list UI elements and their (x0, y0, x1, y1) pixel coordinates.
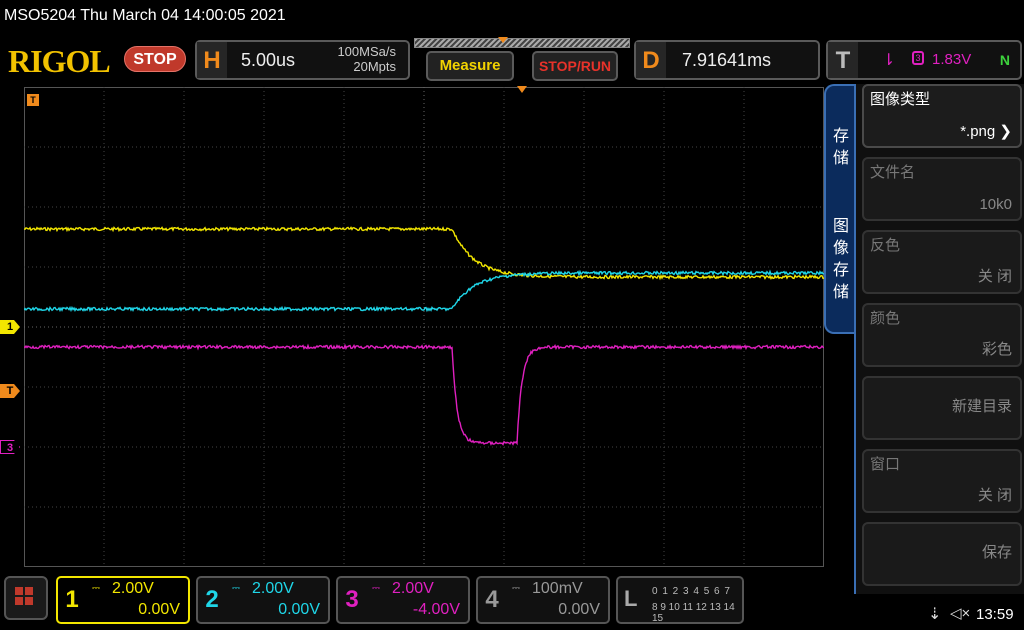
dc-coupling-icon: ⎓ (372, 583, 380, 594)
waveform-screen[interactable] (24, 87, 824, 567)
horizontal-box[interactable]: H 5.00us 100MSa/s 20Mpts (195, 40, 410, 80)
menu-label: 图像类型 (870, 91, 931, 108)
trigger-status: N (999, 52, 1010, 68)
menu-value: 新建目录 (951, 398, 1012, 415)
menu-value: 彩色 (981, 341, 1012, 358)
trigger-source-icon: 3 (912, 51, 924, 65)
ch1-level-marker[interactable]: 1 (0, 320, 20, 334)
logic-channels-row-1: 0 1 2 3 4 5 6 7 (652, 586, 731, 597)
channel-4-box[interactable]: 4 ⎓ 100mV 0.00V (476, 576, 610, 624)
speaker-icon[interactable]: ◁× (950, 604, 970, 622)
trigger-level: 1.83V (932, 51, 972, 68)
logic-letter: L (624, 586, 638, 611)
clock: 13:59 (976, 606, 1014, 623)
menu-label: 窗口 (870, 456, 901, 473)
menu-label: 反色 (870, 237, 901, 254)
status-line: MSO5204 Thu March 04 14:00:05 2021 (0, 0, 1024, 34)
menu-value: 关 闭 (977, 487, 1012, 504)
delay-letter: D (636, 42, 666, 78)
sample-rate: 100MSa/s (337, 44, 396, 59)
dc-coupling-icon: ⎓ (92, 583, 100, 594)
chevron-right-icon: ❯ (995, 123, 1012, 140)
menu-value: 保存 (981, 544, 1012, 561)
channel-scale: 2.00V (252, 580, 294, 597)
ch3-level-marker[interactable]: 3 (0, 440, 20, 454)
channel-offset: 0.00V (278, 601, 320, 618)
channel-number: 4 (485, 586, 499, 613)
channel-offset: -4.00V (412, 601, 460, 618)
menu-value: 10k0 (979, 196, 1012, 213)
channel-offset: 0.00V (138, 601, 180, 618)
menu-item-image-type[interactable]: 图像类型 *.png ❯ (862, 84, 1022, 148)
menu-item-color[interactable]: 颜色 彩色 (862, 303, 1022, 367)
channel-2-box[interactable]: 2 ⎓ 2.00V 0.00V (196, 576, 330, 624)
home-icon[interactable] (4, 576, 48, 620)
graticule (24, 87, 824, 567)
channel-1-box[interactable]: 1 ⎓ 2.00V 0.00V (56, 576, 190, 624)
channel-number: 2 (205, 586, 219, 613)
trigger-level-marker[interactable]: T (0, 384, 20, 398)
trigger-box[interactable]: T ⇂ 3 1.83V N (826, 40, 1022, 80)
memory-position-marker (498, 37, 508, 43)
delay-box[interactable]: D 7.91641ms (634, 40, 820, 80)
menu-item-invert[interactable]: 反色 关 闭 (862, 230, 1022, 294)
menu-label: 文件名 (870, 164, 916, 181)
channel-3-box[interactable]: 3 ⎓ 2.00V -4.00V (336, 576, 470, 624)
channel-number: 1 (65, 586, 79, 613)
delay-value: 7.91641ms (682, 50, 772, 70)
usb-icon: ⇣ (928, 606, 942, 623)
tab-image-save[interactable]: 图像存储 (826, 216, 856, 304)
stop-run-button[interactable]: STOP/RUN (532, 51, 618, 81)
waveform-memory-bar[interactable] (414, 38, 630, 48)
horizontal-letter: H (197, 42, 227, 78)
menu-side-tab[interactable]: 存储 图像存储 (824, 84, 856, 334)
dc-coupling-icon: ⎓ (512, 583, 520, 594)
ch3-trace (24, 343, 824, 446)
rigol-logo: RIGOL (8, 43, 111, 79)
logic-channels-row-2: 8 9 10 11 12 13 14 15 (652, 602, 735, 624)
channel-bar: 1 ⎓ 2.00V 0.00V 2 ⎓ 2.00V 0.00V 3 ⎓ 2.00… (0, 572, 1024, 630)
channel-scale: 2.00V (392, 580, 434, 597)
logic-analyzer-box[interactable]: L 0 1 2 3 4 5 6 7 8 9 10 11 12 13 14 15 (616, 576, 744, 624)
memory-depth: 20Mpts (353, 59, 396, 74)
timebase-value: 5.00us (241, 50, 296, 70)
measure-button[interactable]: Measure (426, 51, 514, 81)
menu-value: 关 闭 (977, 268, 1012, 285)
channel-scale: 100mV (532, 580, 583, 597)
run-state-badge[interactable]: STOP (124, 46, 186, 72)
softkey-menu: 图像类型 *.png ❯ 文件名 10k0 反色 关 闭 颜色 彩色 新建目录 … (854, 84, 1024, 594)
menu-item-new-folder[interactable]: 新建目录 (862, 376, 1022, 440)
model-name: MSO5204 (4, 7, 77, 24)
menu-label: 颜色 (870, 310, 901, 327)
falling-edge-icon: ⇂ (882, 52, 896, 69)
sample-rate-block: 100MSa/s 20Mpts (337, 44, 396, 74)
menu-value: *.png ❯ (960, 123, 1012, 140)
channel-offset: 0.00V (558, 601, 600, 618)
trigger-letter: T (828, 42, 858, 78)
trigger-corner-marker: T (27, 94, 39, 106)
menu-item-file-name[interactable]: 文件名 10k0 (862, 157, 1022, 221)
trigger-position-marker[interactable] (517, 86, 527, 93)
datetime: Thu March 04 14:00:05 2021 (80, 7, 286, 24)
menu-item-window[interactable]: 窗口 关 闭 (862, 449, 1022, 513)
dc-coupling-icon: ⎓ (232, 583, 240, 594)
tab-save[interactable]: 存储 (826, 126, 856, 170)
channel-number: 3 (345, 586, 359, 613)
channel-scale: 2.00V (112, 580, 154, 597)
